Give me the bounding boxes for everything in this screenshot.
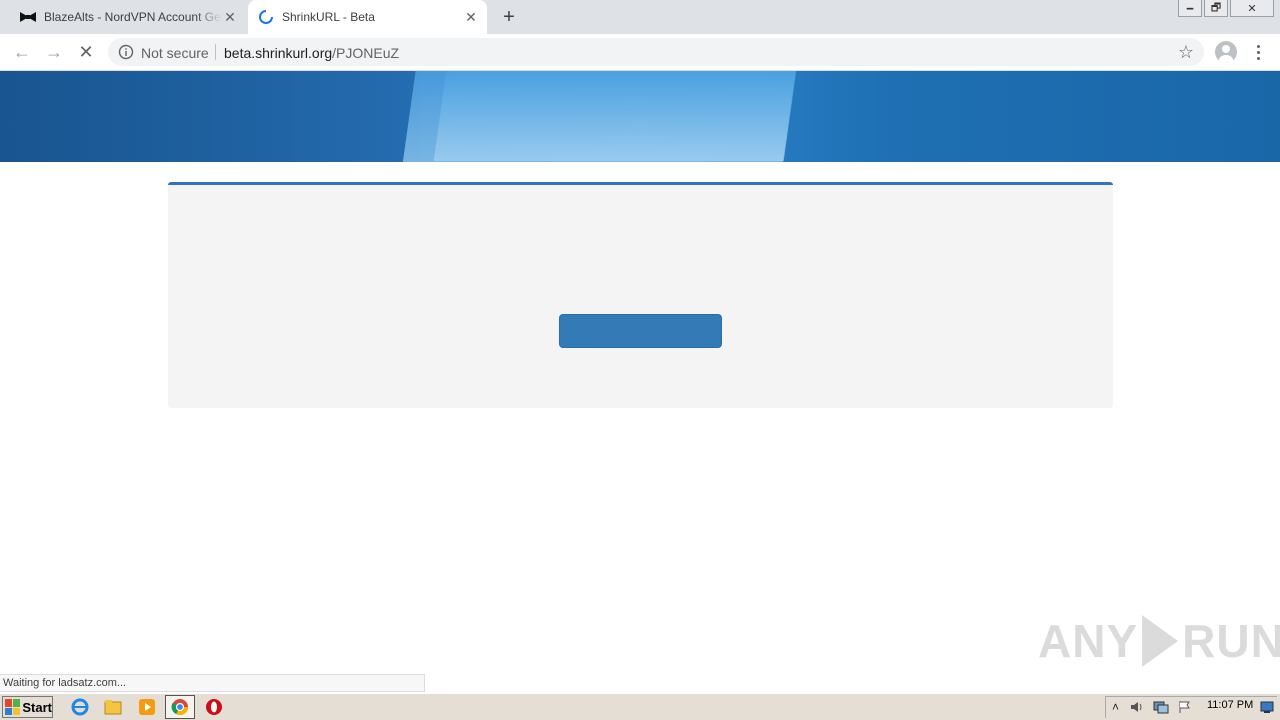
chrome-icon[interactable] [165, 695, 195, 719]
browser-toolbar: ← → ✕ Not secure beta.shrinkurl.org/PJON… [0, 34, 1280, 71]
tab-strip: BlazeAlts - NordVPN Account Generator ✕ … [0, 0, 1280, 34]
restore-button[interactable]: 🗗 [1204, 0, 1228, 17]
url-host: beta.shrinkurl.org [224, 45, 333, 61]
continue-button[interactable] [559, 314, 722, 348]
taskbar: Start ˄ 11:07 PM [0, 693, 1280, 720]
network-icon[interactable] [1153, 700, 1169, 717]
tab-shrinkurl[interactable]: ShrinkURL - Beta ✕ [248, 0, 487, 34]
header-banner [0, 71, 1280, 162]
clock[interactable]: 11:07 PM [1207, 699, 1253, 711]
forward-arrow-icon[interactable]: → [42, 40, 66, 64]
info-icon[interactable] [118, 44, 134, 60]
status-bubble: Waiting for ladsatz.com... [0, 674, 425, 692]
anyrun-watermark: ANY RUN [1038, 606, 1280, 676]
opera-icon[interactable] [205, 698, 223, 716]
new-tab-button[interactable]: + [497, 6, 521, 28]
windows-logo-icon [5, 699, 21, 715]
divider [215, 44, 216, 60]
tab-title: BlazeAlts - NordVPN Account Generator [44, 10, 222, 24]
start-button[interactable]: Start [2, 696, 53, 718]
close-icon[interactable]: ✕ [463, 9, 479, 25]
profile-avatar-icon[interactable] [1215, 41, 1237, 63]
loading-spinner-icon [258, 9, 274, 25]
url-path: /PJONEuZ [332, 45, 400, 61]
window-close-button[interactable]: ✕ [1230, 0, 1274, 17]
media-player-icon[interactable] [138, 698, 156, 716]
window-controls: 🗕 🗗 ✕ [1176, 0, 1274, 18]
action-center-flag-icon[interactable] [1178, 700, 1192, 717]
security-label[interactable]: Not secure [141, 45, 209, 61]
tray-expand-icon[interactable]: ˄ [1112, 700, 1119, 714]
stop-loading-icon[interactable]: ✕ [74, 40, 98, 64]
tab-title: ShrinkURL - Beta [282, 10, 375, 24]
tab-blazealts[interactable]: BlazeAlts - NordVPN Account Generator ✕ [0, 0, 246, 34]
show-desktop-icon[interactable] [1260, 700, 1274, 717]
bowtie-icon [20, 9, 36, 25]
url-text[interactable]: beta.shrinkurl.org/PJONEuZ [224, 45, 399, 61]
minimize-button[interactable]: 🗕 [1178, 0, 1202, 17]
back-arrow-icon[interactable]: ← [10, 40, 34, 64]
file-explorer-icon[interactable] [104, 698, 122, 716]
play-logo-icon [1142, 615, 1179, 667]
address-bar[interactable]: Not secure beta.shrinkurl.org/PJONEuZ ☆ [108, 38, 1204, 66]
content-card [168, 182, 1113, 408]
speaker-icon[interactable] [1130, 700, 1146, 717]
kebab-menu-icon[interactable] [1250, 40, 1266, 64]
watermark-right: RUN [1182, 615, 1280, 667]
watermark-left: ANY [1038, 615, 1139, 667]
system-tray: ˄ 11:07 PM [1105, 696, 1277, 718]
bookmark-star-icon[interactable]: ☆ [1178, 42, 1194, 63]
close-icon[interactable]: ✕ [222, 9, 238, 25]
internet-explorer-icon[interactable] [71, 698, 89, 716]
start-label: Start [22, 699, 52, 715]
